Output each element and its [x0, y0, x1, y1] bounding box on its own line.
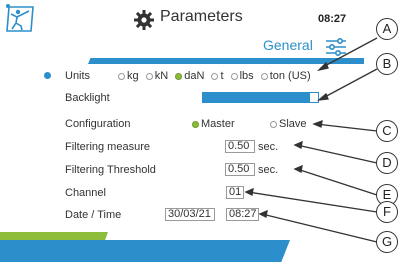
footer-blue-band	[0, 240, 290, 262]
callout-leaders	[244, 37, 378, 243]
callout-f: F	[376, 201, 398, 223]
callout-b: B	[376, 53, 398, 75]
callout-d: D	[376, 152, 398, 174]
callout-g: G	[376, 231, 398, 253]
callout-a: A	[376, 18, 398, 40]
callout-c: C	[376, 120, 398, 142]
